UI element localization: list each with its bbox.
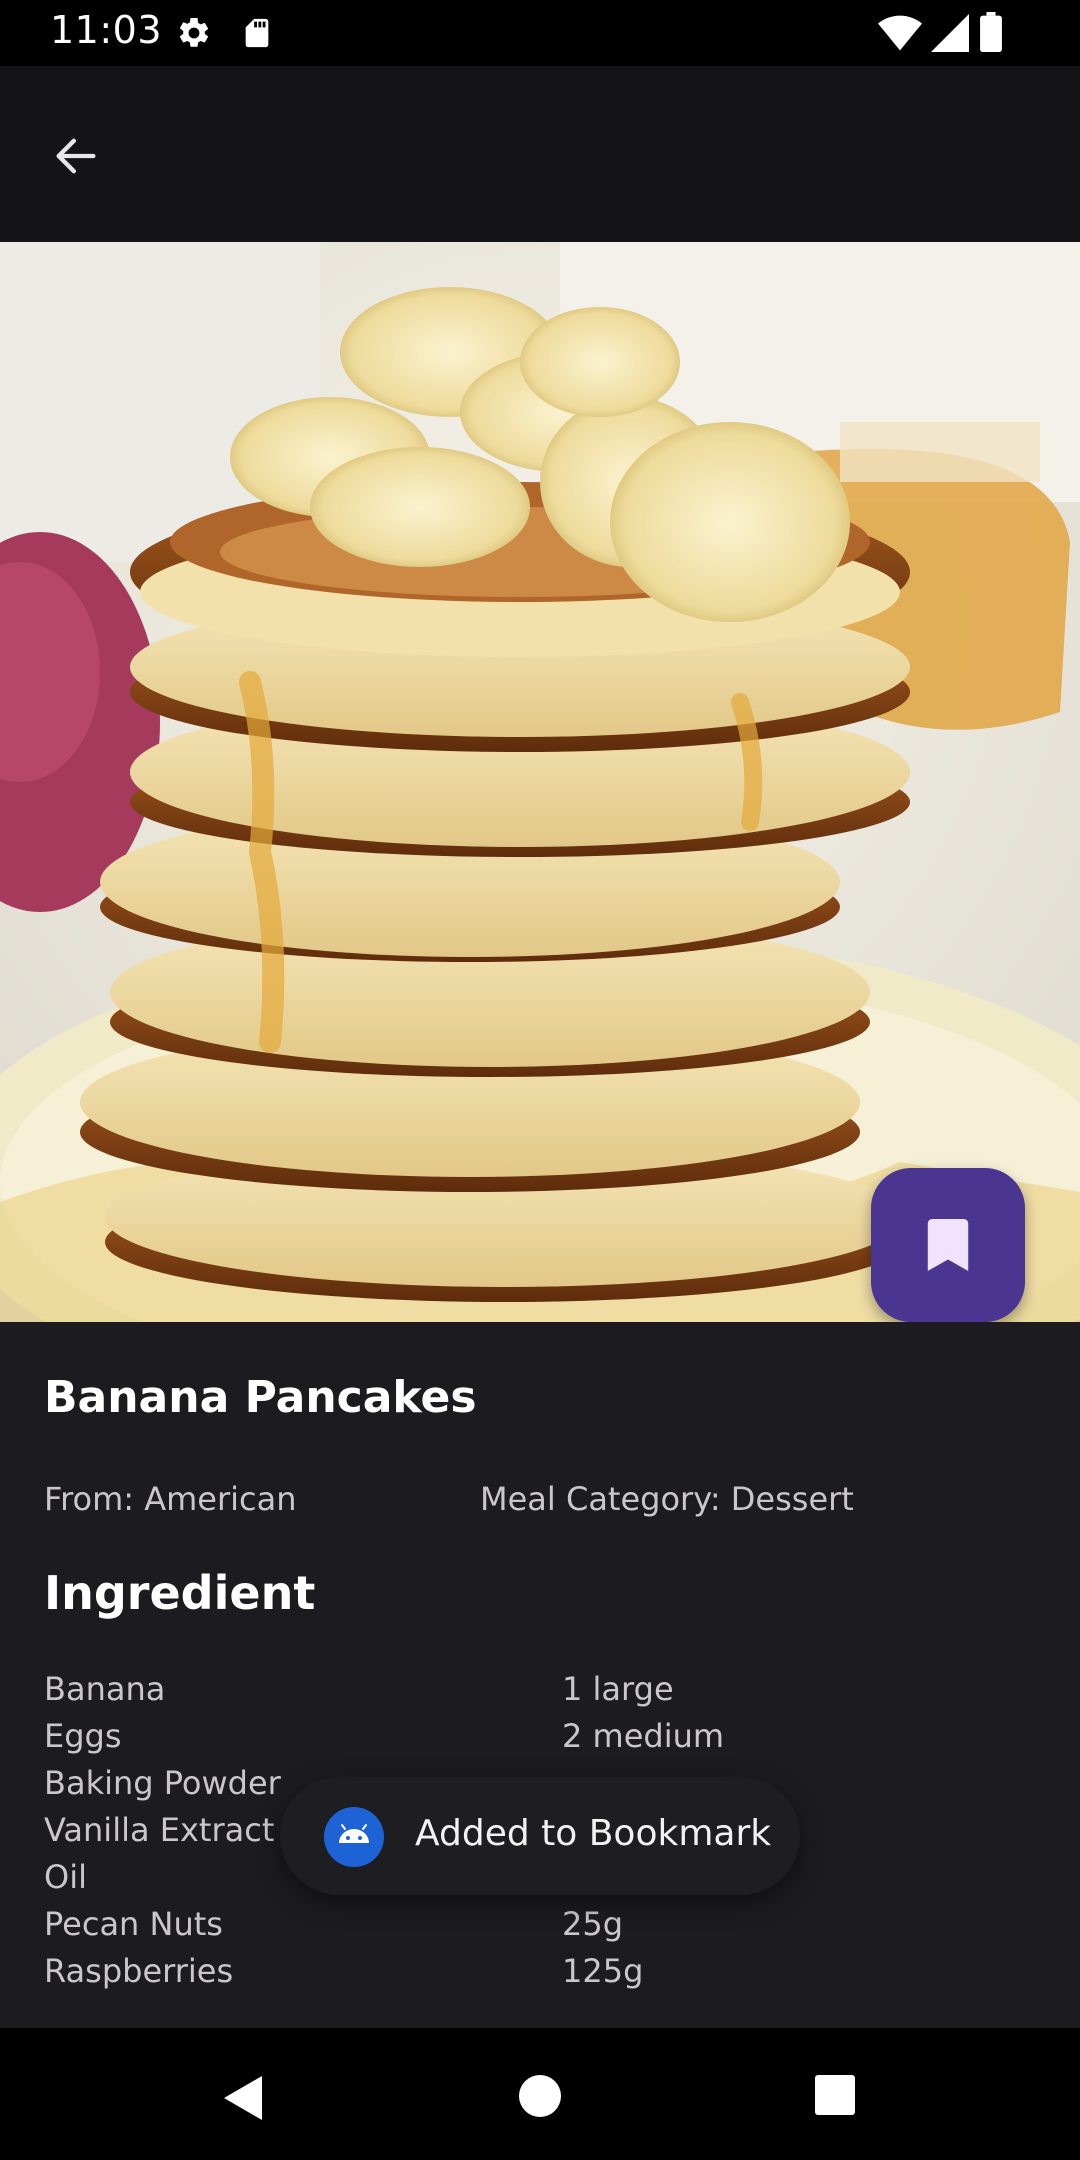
bookmark-toast: Added to Bookmark [280, 1777, 800, 1895]
sd-card-icon [245, 18, 269, 48]
ingredient-name: Banana [44, 1670, 166, 1708]
toast-message: Added to Bookmark [415, 1813, 772, 1854]
ingredient-name: Pecan Nuts [44, 1905, 223, 1943]
ingredient-name: Vanilla Extract [44, 1811, 275, 1849]
settings-icon [179, 17, 209, 47]
nav-recents-icon[interactable] [814, 2074, 856, 2116]
ingredient-row: Eggs 2 medium [44, 1717, 1044, 1764]
ingredient-row: Banana 1 large [44, 1670, 1044, 1717]
recipe-title: Banana Pancakes [44, 1372, 477, 1423]
arrow-back-icon [56, 138, 96, 174]
ingredient-name: Eggs [44, 1717, 122, 1755]
recipe-category: Meal Category: Dessert [480, 1480, 854, 1518]
ingredient-row: Raspberries 125g [44, 1952, 1044, 1999]
ingredient-name: Raspberries [44, 1952, 234, 1990]
bookmark-fab[interactable] [871, 1168, 1025, 1322]
signal-icon [931, 14, 969, 52]
battery-icon [980, 12, 1002, 52]
recipe-origin: From: American [44, 1480, 297, 1518]
ingredient-qty: 1 large [562, 1670, 674, 1708]
app-bar [0, 66, 1080, 242]
ingredient-name: Baking Powder [44, 1764, 281, 1802]
ingredient-row: Pecan Nuts 25g [44, 1905, 1044, 1952]
back-button[interactable] [32, 112, 120, 200]
android-icon [324, 1807, 384, 1867]
nav-back-icon[interactable] [220, 2074, 266, 2122]
status-time: 11:03 [50, 8, 163, 52]
wifi-icon [878, 15, 922, 51]
bookmark-icon [927, 1219, 969, 1271]
navigation-bar [0, 2028, 1080, 2160]
recipe-details: Banana Pancakes From: American Meal Cate… [0, 1322, 1080, 2028]
recipe-image [0, 242, 1080, 1322]
ingredient-qty: 125g [562, 1952, 644, 1990]
ingredient-name: Oil [44, 1858, 87, 1896]
status-bar: 11:03 [0, 0, 1080, 66]
ingredient-heading: Ingredient [44, 1566, 316, 1620]
pancake-photo [0, 242, 1080, 1322]
nav-home-icon[interactable] [518, 2074, 562, 2118]
ingredient-qty: 2 medium [562, 1717, 725, 1755]
ingredient-qty: 25g [562, 1905, 624, 1943]
